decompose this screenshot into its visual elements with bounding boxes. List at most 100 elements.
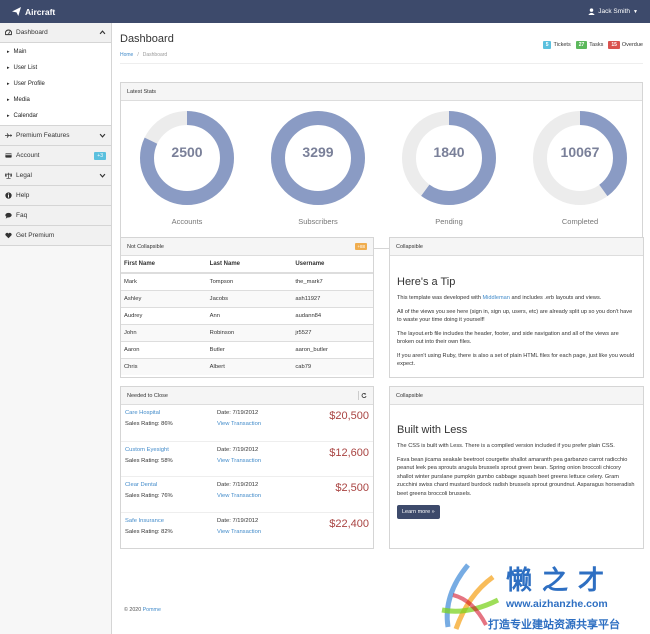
- sidebar-item-help[interactable]: Help: [0, 186, 111, 206]
- sidebar-label: Get Premium: [16, 232, 55, 239]
- deal-rating: Sales Rating: 82%: [125, 528, 173, 535]
- sidebar-subitem-main[interactable]: ▸ Main: [0, 44, 111, 60]
- sidebar-item-premium-features[interactable]: Premium Features: [0, 126, 111, 146]
- deal-list: Care Hospital Sales Rating: 86% Date: 7/19…: [121, 405, 373, 547]
- panel-heading: Latest Stats: [121, 83, 642, 101]
- sidebar-label: Legal: [16, 172, 32, 179]
- deal-item: Safe Insurance Sales Rating: 82% Date: 7/1…: [121, 511, 373, 548]
- sidebar-subitem-calendar[interactable]: ▸ Calendar: [0, 108, 111, 124]
- table-cell: Aaron: [121, 340, 207, 358]
- text: This template was developed with: [397, 295, 483, 301]
- table-row: Mark Tompson the_mark7: [121, 272, 373, 290]
- plane-icon: [5, 133, 12, 138]
- sidebar-label: Faq: [16, 212, 28, 219]
- table-cell: ash11927: [292, 289, 373, 307]
- deal-item: Custom Eyesight Sales Rating: 58% Date: 7/…: [121, 440, 373, 477]
- table-cell: Butler: [206, 340, 293, 358]
- top-navbar: Aircraft Jack Smith ▼: [0, 0, 650, 23]
- sidebar: Dashboard ▸ Main ▸ User List ▸ User Profile…: [0, 23, 112, 634]
- column-header: Username: [292, 256, 373, 274]
- table-cell: Audrey: [121, 306, 207, 324]
- text: and includes .erb layouts and views.: [509, 295, 602, 301]
- deal-name-link[interactable]: Care Hospital: [125, 410, 217, 416]
- sidebar-subitem-user-list[interactable]: ▸ User List: [0, 60, 111, 76]
- view-transaction-link[interactable]: View Transaction: [217, 458, 287, 464]
- tip-paragraph: This template was developed with Middlem…: [397, 294, 636, 303]
- table-row: Chris Albert cab79: [121, 357, 373, 375]
- deal-name-link[interactable]: Custom Eyesight: [125, 447, 217, 453]
- tickets-counter[interactable]: 5 Tickets: [542, 41, 571, 49]
- stat-value: 2500: [171, 144, 203, 160]
- account-badge: +3: [94, 151, 106, 160]
- sidebar-label: Account: [16, 152, 40, 159]
- sidebar-item-legal[interactable]: Legal: [0, 166, 111, 186]
- panel-heading[interactable]: Collapsible: [390, 387, 643, 405]
- tip-paragraph: If you aren't using Ruby, there is also …: [397, 352, 635, 368]
- chevron-down-icon: [99, 133, 106, 138]
- table-cell: the_mark7: [292, 272, 373, 290]
- breadcrumb: Home / Dashboard: [120, 52, 167, 58]
- deal-rating: Sales Rating: 86%: [125, 421, 173, 427]
- caret-right-icon: ▸: [7, 81, 10, 87]
- deal-amount: $20,500: [329, 410, 369, 422]
- refresh-button[interactable]: [358, 391, 367, 400]
- deal-item: Clear Dental Sales Rating: 76% Date: 7/19/…: [121, 476, 373, 512]
- watermark-slogan: 打造专业建站资源共享平台: [488, 617, 620, 631]
- table-row: John Robinson jr5527: [121, 323, 373, 341]
- comment-icon: [5, 212, 12, 219]
- table-cell: Jacobs: [206, 289, 293, 307]
- breadcrumb-home-link[interactable]: Home: [120, 52, 133, 58]
- scales-icon: [5, 172, 12, 179]
- sidebar-item-faq[interactable]: Faq: [0, 206, 111, 226]
- info-icon: [5, 192, 12, 199]
- watermark-brand: 懒之才: [506, 565, 614, 596]
- table-cell: aaron_butler: [292, 340, 373, 358]
- panel-heading[interactable]: Collapsible: [390, 238, 643, 256]
- footer: © 2020 Pomme: [124, 607, 161, 613]
- sidebar-item-dashboard[interactable]: Dashboard: [0, 23, 111, 43]
- table-cell: John: [121, 323, 207, 341]
- sidebar-subitem-user-profile[interactable]: ▸ User Profile: [0, 76, 111, 92]
- view-transaction-link[interactable]: View Transaction: [217, 421, 287, 427]
- overdue-counter[interactable]: 15 Overdue: [608, 41, 643, 49]
- stat-label: Pending: [435, 217, 463, 226]
- panel-title: Collapsible: [396, 392, 423, 399]
- sidebar-item-account[interactable]: Account +3: [0, 146, 111, 166]
- donut-stat: 3299 Subscribers: [268, 108, 368, 233]
- tasks-counter[interactable]: 27 Tasks: [575, 41, 603, 49]
- footer-link[interactable]: Pomme: [143, 607, 161, 613]
- learn-more-button[interactable]: Learn more »: [397, 505, 440, 519]
- panel-title: Not Collapsible: [127, 243, 164, 250]
- panel-title: Collapsible: [396, 243, 423, 250]
- overdue-label: Overdue: [621, 42, 643, 48]
- stat-value: 3299: [302, 144, 334, 160]
- table-body: Mark Tompson the_mark7 Ashley Jacobs ash11927…: [121, 272, 373, 375]
- user-icon: [588, 8, 595, 15]
- users-count-badge: +88: [355, 243, 367, 250]
- deal-name-link[interactable]: Safe Insurance: [125, 518, 217, 524]
- donut-stat: 1840 Pending: [399, 108, 499, 233]
- chevron-up-icon: [99, 30, 106, 35]
- deal-date: Date: 7/19/2012: [217, 446, 259, 453]
- donut-stat: 2500 Accounts: [137, 108, 237, 233]
- view-transaction-link[interactable]: View Transaction: [217, 493, 287, 499]
- deal-amount: $12,600: [329, 446, 369, 459]
- panel-body: Here's a Tip This template was developed…: [390, 256, 643, 380]
- latest-stats-panel: Latest Stats 2500 Accounts 3299 Subscribers…: [120, 82, 643, 249]
- panel-body: Built with Less The CSS is built with Le…: [390, 405, 643, 525]
- table-cell: Ann: [206, 306, 293, 324]
- user-menu[interactable]: Jack Smith ▼: [588, 8, 638, 15]
- tip-panel: Collapsible Here's a Tip This template w…: [389, 237, 644, 378]
- sidebar-item-get-premium[interactable]: Get Premium: [0, 226, 111, 246]
- stat-value: 1840: [433, 144, 465, 160]
- deal-name-link[interactable]: Clear Dental: [125, 482, 217, 488]
- sidebar-label: Premium Features: [16, 132, 70, 139]
- middleman-link[interactable]: Middleman: [483, 295, 510, 301]
- tasks-badge: 27: [575, 41, 588, 49]
- view-transaction-link[interactable]: View Transaction: [217, 529, 287, 535]
- sidebar-label: Help: [16, 192, 30, 199]
- sidebar-subitem-media[interactable]: ▸ Media: [0, 92, 111, 108]
- caret-down-icon: ▼: [633, 8, 638, 15]
- brand[interactable]: Aircraft: [12, 7, 55, 17]
- sidebar-sublabel: Main: [13, 49, 27, 55]
